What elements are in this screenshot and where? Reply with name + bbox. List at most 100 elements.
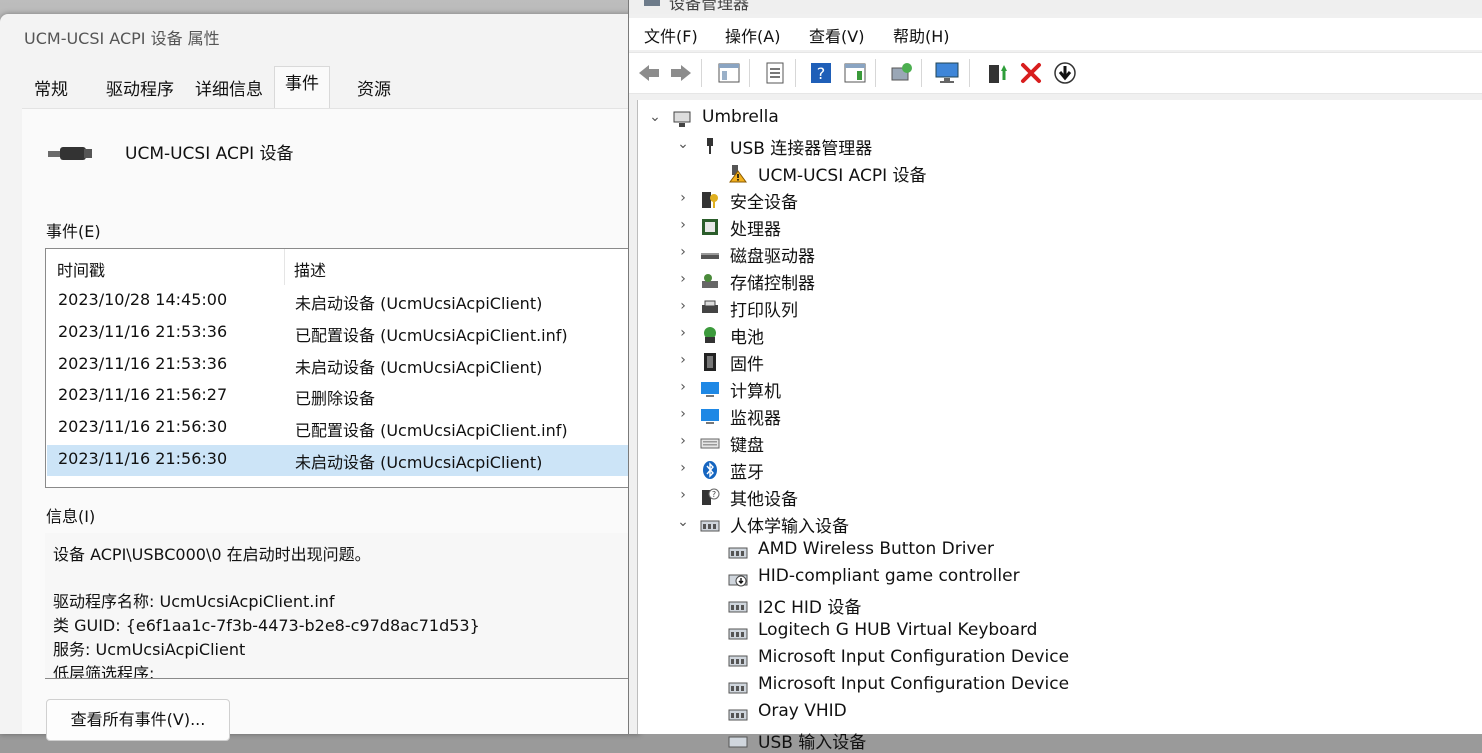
other-device-icon: ?	[702, 488, 720, 505]
show-hide-console-tree-icon[interactable]	[715, 59, 743, 87]
storage-controller-icon	[702, 274, 718, 288]
usb-plug-icon	[48, 147, 92, 160]
computer-icon[interactable]	[933, 59, 961, 87]
expand-chevron-icon[interactable]: ›	[676, 406, 690, 422]
action-pane-icon[interactable]	[841, 59, 869, 87]
disable-device-icon[interactable]	[1051, 59, 1079, 87]
security-device-icon	[702, 192, 718, 208]
menu-help[interactable]: 帮助(H)	[893, 23, 950, 47]
printer-icon	[702, 300, 718, 313]
view-all-events-button[interactable]: 查看所有事件(V)...	[46, 699, 230, 741]
expand-chevron-icon[interactable]: ›	[676, 190, 690, 206]
computer-icon	[673, 111, 691, 127]
event-row-selected[interactable]: 2023/11/16 21:56:30 未启动设备 (UcmUcsiAcpiCl…	[47, 445, 637, 476]
menu-action[interactable]: 操作(A)	[725, 23, 780, 47]
event-time: 2023/11/16 21:53:36	[58, 322, 228, 341]
device-manager-icon	[644, 0, 660, 6]
monitor-icon	[701, 409, 719, 424]
device-tree[interactable]: ⌄ Umbrella ⌄ USB 连接器管理器 UCM-UCSI ACPI 设备…	[637, 100, 1482, 753]
column-divider[interactable]	[284, 249, 285, 285]
event-description: 已配置设备 (UcmUcsiAcpiClient.inf)	[295, 326, 568, 345]
info-line: 低层筛选程序:	[53, 664, 155, 679]
tree-node-label: 磁盘驱动器	[730, 247, 815, 267]
event-description: 未启动设备 (UcmUcsiAcpiClient)	[295, 453, 543, 472]
hid-icon	[728, 709, 748, 721]
expand-chevron-icon[interactable]: ›	[676, 217, 690, 233]
event-description: 未启动设备 (UcmUcsiAcpiClient)	[295, 358, 543, 377]
expand-chevron-icon[interactable]: ›	[676, 352, 690, 368]
help-icon[interactable]: ?	[807, 59, 835, 87]
events-list[interactable]: 时间戳 描述 2023/10/28 14:45:00 未启动设备 (UcmUcs…	[45, 248, 641, 488]
menu-file[interactable]: 文件(F)	[644, 23, 698, 47]
info-textbox[interactable]: 设备 ACPI\USBC000\0 在启动时出现问题。 驱动程序名称: UcmU…	[45, 533, 640, 679]
tree-node-label: 存储控制器	[730, 274, 815, 294]
firmware-icon	[704, 353, 716, 371]
scan-hardware-icon[interactable]	[887, 59, 915, 87]
computer-monitor-icon	[701, 382, 719, 397]
device-manager-window: 设备管理器 文件(F) 操作(A) 查看(V) 帮助(H) ? ⌄ Umbrel…	[628, 0, 1482, 753]
column-header-description[interactable]: 描述	[294, 257, 326, 281]
tab-details[interactable]: 详细信息	[185, 70, 273, 108]
expand-chevron-icon[interactable]: ›	[676, 298, 690, 314]
expand-chevron-icon[interactable]: ›	[676, 379, 690, 395]
tree-node-label: 蓝牙	[730, 463, 764, 483]
collapse-chevron-icon[interactable]: ⌄	[676, 514, 690, 530]
menu-view[interactable]: 查看(V)	[809, 23, 864, 47]
tree-node-label: 电池	[730, 328, 764, 348]
tree-node-label: Logitech G HUB Virtual Keyboard	[758, 620, 1038, 640]
event-time: 2023/10/28 14:45:00	[58, 290, 228, 309]
event-row[interactable]: 2023/11/16 21:56:30 已配置设备 (UcmUcsiAcpiCl…	[47, 413, 637, 444]
tree-node-label: 计算机	[730, 382, 781, 402]
tree-node-label: 人体学输入设备	[730, 517, 849, 537]
event-row[interactable]: 2023/11/16 21:56:27 已删除设备	[47, 381, 637, 412]
uninstall-device-icon[interactable]	[1017, 59, 1045, 87]
expand-chevron-icon[interactable]: ›	[676, 244, 690, 260]
tree-node-label: 打印队列	[730, 301, 798, 321]
event-description: 已删除设备	[295, 389, 376, 408]
event-row[interactable]: 2023/11/16 21:53:36 未启动设备 (UcmUcsiAcpiCl…	[47, 350, 637, 381]
tab-resources[interactable]: 资源	[347, 70, 401, 108]
event-time: 2023/11/16 21:56:30	[58, 417, 228, 436]
column-header-timestamp[interactable]: 时间戳	[57, 257, 105, 281]
info-line: 服务: UcmUcsiAcpiClient	[53, 640, 246, 659]
expand-chevron-icon[interactable]: ›	[676, 433, 690, 449]
tab-general[interactable]: 常规	[24, 70, 78, 108]
event-row[interactable]: 2023/10/28 14:45:00 未启动设备 (UcmUcsiAcpiCl…	[47, 286, 637, 317]
tab-events[interactable]: 事件	[274, 66, 330, 109]
tree-node-label: Oray VHID	[758, 701, 847, 721]
expand-chevron-icon[interactable]: ›	[676, 271, 690, 287]
update-driver-icon[interactable]	[983, 59, 1011, 87]
svg-text:?: ?	[817, 64, 826, 83]
tree-node-label: Microsoft Input Configuration Device	[758, 674, 1070, 694]
event-time: 2023/11/16 21:56:30	[58, 449, 228, 468]
expand-chevron-icon[interactable]: ›	[676, 487, 690, 503]
tree-node-label: 固件	[730, 355, 764, 375]
tree-node-label: AMD Wireless Button Driver	[758, 539, 994, 559]
event-row[interactable]: 2023/11/16 21:53:36 已配置设备 (UcmUcsiAcpiCl…	[47, 318, 637, 349]
expand-chevron-icon[interactable]: ›	[676, 325, 690, 341]
collapse-chevron-icon[interactable]: ⌄	[648, 109, 662, 125]
dialog-title: UCM-UCSI ACPI 设备 属性	[24, 29, 220, 48]
processor-icon	[702, 219, 718, 235]
properties-icon[interactable]	[761, 59, 789, 87]
tree-node-label: Umbrella	[702, 107, 779, 127]
tree-node-label: 键盘	[730, 436, 764, 456]
menu-bar: 文件(F) 操作(A) 查看(V) 帮助(H)	[629, 18, 1482, 50]
info-line: 类 GUID: {e6f1aa1c-7f3b-4473-b2e8-c97d8ac…	[53, 616, 480, 635]
expand-chevron-icon[interactable]: ›	[676, 460, 690, 476]
tree-node-label: 其他设备	[730, 490, 798, 510]
back-icon[interactable]	[635, 59, 663, 87]
forward-icon[interactable]	[667, 59, 695, 87]
bluetooth-icon	[703, 461, 717, 479]
toolbar-separator	[921, 59, 922, 87]
svg-text:?: ?	[712, 490, 716, 499]
hid-icon	[728, 601, 748, 613]
tab-driver[interactable]: 驱动程序	[96, 70, 184, 108]
tree-node-label: UCM-UCSI ACPI 设备	[758, 166, 927, 186]
title-bar: 设备管理器	[629, 0, 1482, 14]
collapse-chevron-icon[interactable]: ⌄	[676, 136, 690, 152]
battery-icon	[704, 327, 716, 343]
event-time: 2023/11/16 21:56:27	[58, 385, 228, 404]
event-description: 已配置设备 (UcmUcsiAcpiClient.inf)	[295, 421, 568, 440]
keyboard-icon	[700, 438, 720, 449]
